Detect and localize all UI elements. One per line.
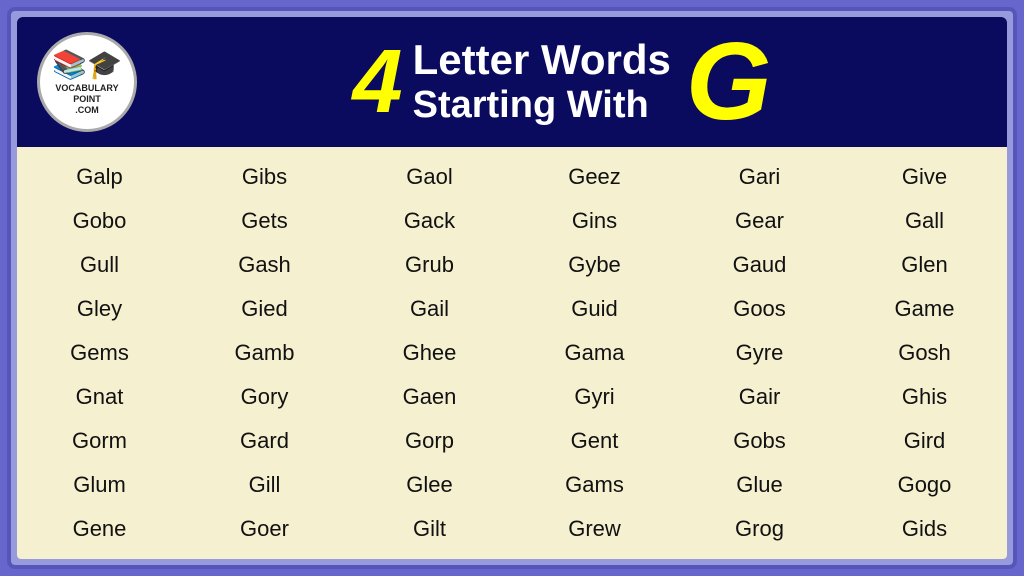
word-cell: Gins xyxy=(512,199,677,243)
word-cell: Gybe xyxy=(512,243,677,287)
word-cell: Gair xyxy=(677,375,842,419)
word-cell: Gyri xyxy=(512,375,677,419)
word-cell: Gill xyxy=(182,463,347,507)
logo-mascot: 📚🎓 xyxy=(52,48,122,81)
word-cell: Gird xyxy=(842,419,1007,463)
title-line1: Letter Words xyxy=(413,36,671,84)
word-cell: Gack xyxy=(347,199,512,243)
word-cell: Gorp xyxy=(347,419,512,463)
word-cell: Ghis xyxy=(842,375,1007,419)
word-cell: Gory xyxy=(182,375,347,419)
word-cell: Gear xyxy=(677,199,842,243)
header: 📚🎓 VOCABULARY POINT .COM 4 Letter Words … xyxy=(17,17,1007,147)
word-cell: Gets xyxy=(182,199,347,243)
title-line2: Starting With xyxy=(413,84,671,128)
word-cell: Ghee xyxy=(347,331,512,375)
word-cell: Gnat xyxy=(17,375,182,419)
word-cell: Gull xyxy=(17,243,182,287)
word-cell: Game xyxy=(842,287,1007,331)
word-cell: Give xyxy=(842,155,1007,199)
logo-text: VOCABULARY POINT .COM xyxy=(55,83,118,115)
title-number: 4 xyxy=(353,37,403,127)
word-cell: Gash xyxy=(182,243,347,287)
word-cell: Gorm xyxy=(17,419,182,463)
word-cell: Gied xyxy=(182,287,347,331)
word-cell: Geez xyxy=(512,155,677,199)
logo: 📚🎓 VOCABULARY POINT .COM xyxy=(37,32,137,132)
word-cell: Glum xyxy=(17,463,182,507)
word-cell: Galp xyxy=(17,155,182,199)
word-cell: Gene xyxy=(17,507,182,551)
word-cell: Goer xyxy=(182,507,347,551)
word-cell: Gogo xyxy=(842,463,1007,507)
content-area: GalpGibsGaolGeezGariGive GoboGetsGackGins… xyxy=(17,147,1007,559)
word-cell: Gley xyxy=(17,287,182,331)
word-cell: Gaen xyxy=(347,375,512,419)
word-cell: Gobo xyxy=(17,199,182,243)
word-cell: Glue xyxy=(677,463,842,507)
outer-border: 📚🎓 VOCABULARY POINT .COM 4 Letter Words … xyxy=(7,7,1017,569)
word-cell: Gari xyxy=(677,155,842,199)
word-cell: Gaol xyxy=(347,155,512,199)
word-cell: Gent xyxy=(512,419,677,463)
word-cell: Gyre xyxy=(677,331,842,375)
word-cell: Grub xyxy=(347,243,512,287)
header-title: 4 Letter Words Starting With G xyxy=(137,27,987,137)
word-cell: Glee xyxy=(347,463,512,507)
word-cell: Glen xyxy=(842,243,1007,287)
words-grid: GalpGibsGaolGeezGariGive GoboGetsGackGins… xyxy=(17,155,1007,551)
title-letter: G xyxy=(686,27,772,137)
word-cell: Gosh xyxy=(842,331,1007,375)
title-text-block: Letter Words Starting With xyxy=(413,36,671,128)
word-cell: Grog xyxy=(677,507,842,551)
word-cell: Gamb xyxy=(182,331,347,375)
word-cell: Gaud xyxy=(677,243,842,287)
word-cell: Gall xyxy=(842,199,1007,243)
word-cell: Gama xyxy=(512,331,677,375)
word-cell: Grew xyxy=(512,507,677,551)
word-cell: Gobs xyxy=(677,419,842,463)
word-cell: Guid xyxy=(512,287,677,331)
word-cell: Gids xyxy=(842,507,1007,551)
word-cell: Gard xyxy=(182,419,347,463)
word-cell: Gail xyxy=(347,287,512,331)
word-cell: Gilt xyxy=(347,507,512,551)
word-cell: Goos xyxy=(677,287,842,331)
word-cell: Gems xyxy=(17,331,182,375)
word-cell: Gibs xyxy=(182,155,347,199)
word-cell: Gams xyxy=(512,463,677,507)
